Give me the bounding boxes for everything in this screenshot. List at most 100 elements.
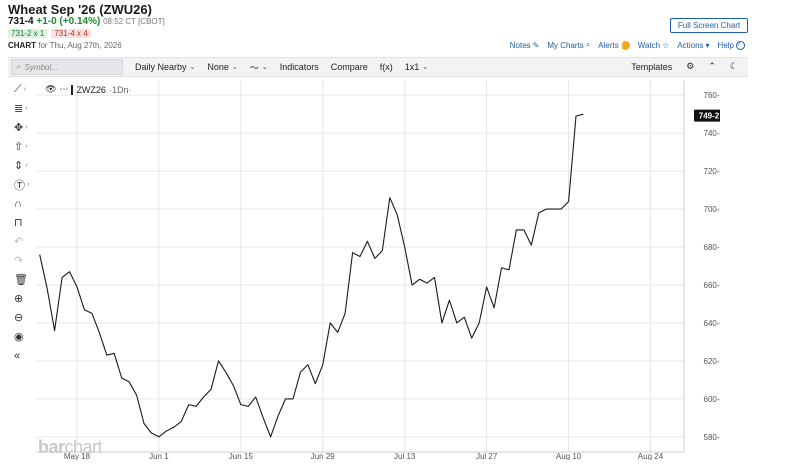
price-chart[interactable]: 760-0 740-0 720-0 700-0 680-0 660-0 640-0 620-0… [36, 80, 720, 460]
chart-date-text: for Thu, Aug 27th, 2026 [38, 41, 122, 50]
search-icon: ⌕ [585, 40, 591, 49]
y-tick-label: 760-0 [704, 91, 720, 100]
price-change: +1-0 (+0.14%) [36, 16, 101, 27]
help-link[interactable]: Help? [718, 40, 745, 50]
zoom-out-button[interactable]: ⊖ [14, 308, 38, 327]
visibility-button[interactable]: ◉ [14, 327, 38, 346]
templates-button[interactable]: Templates [631, 62, 672, 72]
zoom-in-button[interactable]: ⊕ [14, 289, 38, 308]
logo-bold-part: bar [38, 437, 65, 457]
last-price: 731-4 [8, 16, 34, 27]
lock-tool[interactable]: ⊓ [14, 213, 38, 232]
alerts-link[interactable]: Alerts! [598, 40, 630, 50]
y-tick-label: 580-0 [704, 433, 720, 442]
zoom-in-icon: ⊕ [14, 293, 24, 305]
none-dropdown[interactable]: None ⌄ [207, 62, 237, 72]
delete-button[interactable]: 🗑 [14, 270, 38, 289]
chevron-right-icon: › [25, 105, 28, 112]
notes-label: Notes [509, 40, 531, 50]
y-tick-label: 680-0 [704, 243, 720, 252]
chart-label: CHART [8, 41, 36, 50]
caret-down-icon: ⌄ [189, 64, 196, 71]
bid-ask: 731-2 x 1 731-4 x 4 [8, 29, 91, 38]
x-tick-label: Jun 29 [311, 452, 336, 460]
trash-icon: 🗑 [14, 274, 28, 286]
daily-nearby-label: Daily Nearby [135, 62, 187, 72]
help-icon: ? [736, 40, 745, 50]
indicators-button[interactable]: Indicators [280, 62, 319, 72]
quote-time: 08:52 CT [CBOT] [103, 17, 165, 26]
actions-menu[interactable]: Actions ▾ [677, 41, 709, 50]
watch-label: Watch [637, 40, 661, 50]
caret-down-icon: ⌄ [231, 64, 238, 71]
compare-button[interactable]: Compare [331, 62, 368, 72]
symbol-search-input[interactable]: ⌕ Symbol... [11, 59, 123, 75]
pencil-icon: ✎ [532, 40, 540, 50]
fib-icon: ≣ [14, 103, 24, 115]
text-icon: Ⓣ [14, 179, 25, 192]
gear-icon[interactable]: ⚙ [686, 61, 694, 72]
chart-toolbar: ⌕ Symbol... Daily Nearby ⌄ None ⌄ 〜 ⌄ Indic… [8, 57, 748, 77]
arrow-tool[interactable]: ⇧ › [14, 137, 38, 156]
star-icon: ☆ [662, 40, 670, 50]
my-charts-link[interactable]: My Charts ⌕ [547, 40, 590, 50]
series-interval: ·1Dn· [108, 84, 132, 95]
chart-type-dropdown[interactable]: 〜 ⌄ [250, 61, 268, 74]
series-color-swatch [71, 84, 74, 95]
moon-icon[interactable]: ☾ [730, 61, 738, 72]
collapse-sidebar-button[interactable]: « [14, 346, 38, 365]
zoom-out-icon: ⊖ [14, 312, 24, 324]
text-tool[interactable]: Ⓣ › [14, 175, 38, 194]
magnet-tool[interactable]: ∩ [14, 194, 38, 213]
fx-button[interactable]: f(x) [380, 62, 393, 72]
symbol-placeholder: Symbol... [24, 62, 58, 72]
shape-icon: ✥ [14, 122, 24, 134]
y-tick-label: 620-0 [704, 357, 720, 366]
line-draw-icon: ⟋ [14, 83, 22, 95]
fib-tool[interactable]: ≣ › [14, 99, 38, 118]
my-charts-label: My Charts [547, 40, 584, 50]
eye-icon[interactable]: 👁 [45, 84, 56, 95]
measure-icon: ⇕ [14, 160, 24, 172]
layout-dropdown[interactable]: 1x1 ⌄ [405, 62, 428, 72]
chevron-right-icon: › [23, 86, 27, 93]
y-tick-label: 720-0 [704, 167, 720, 176]
chevron-right-icon: › [25, 124, 28, 131]
layout-label: 1x1 [404, 62, 420, 72]
lock-icon: ⊓ [14, 217, 23, 229]
y-tick-label: 700-0 [704, 205, 720, 214]
alerts-label: Alerts [598, 40, 619, 50]
caret-down-icon: ▾ [705, 40, 710, 50]
last-price-label: 749-2 [699, 112, 720, 121]
series-legend: 👁 ⋯ ZWZ26 ·1Dn· [45, 84, 131, 95]
magnet-icon: ∩ [14, 197, 22, 210]
top-links: Notes ✎ My Charts ⌕ Alerts! Watch ☆ Actions… [510, 40, 745, 50]
notes-link[interactable]: Notes ✎ [510, 41, 540, 50]
series-symbol: ZWZ26 [76, 84, 106, 95]
shape-tool[interactable]: ✥ › [14, 118, 38, 137]
x-tick-label: Aug 24 [638, 452, 664, 460]
bid-badge: 731-2 x 1 [8, 29, 48, 38]
collapse-icon[interactable]: ⌃ [708, 61, 716, 72]
measure-tool[interactable]: ⇕ › [14, 156, 38, 175]
y-tick-label: 740-0 [704, 129, 720, 138]
arrow-up-icon: ⇧ [14, 141, 24, 153]
chevron-right-icon: › [25, 143, 28, 150]
undo-button[interactable]: ↶ [14, 232, 38, 251]
full-screen-button[interactable]: Full Screen Chart [670, 18, 748, 33]
alert-icon: ! [620, 40, 630, 50]
redo-button[interactable]: ↷ [14, 251, 38, 270]
line-tool[interactable]: ⟋ › [14, 80, 38, 99]
instrument-title: Wheat Sep '26 (ZWU26) [8, 2, 152, 17]
y-tick-label: 640-0 [704, 319, 720, 328]
undo-icon: ↶ [14, 236, 24, 248]
toolbar-right: Templates ⚙ ⌃ ☾ [631, 61, 738, 72]
line-chart-icon: 〜 [249, 62, 259, 73]
daily-nearby-dropdown[interactable]: Daily Nearby ⌄ [135, 62, 195, 72]
watch-link[interactable]: Watch ☆ [638, 41, 670, 50]
caret-down-icon: ⌄ [261, 64, 268, 71]
ask-badge: 731-4 x 4 [51, 29, 91, 38]
x-tick-label: Jun 1 [149, 452, 169, 460]
more-icon[interactable]: ⋯ [59, 84, 68, 95]
x-tick-label: Jun 15 [229, 452, 254, 460]
